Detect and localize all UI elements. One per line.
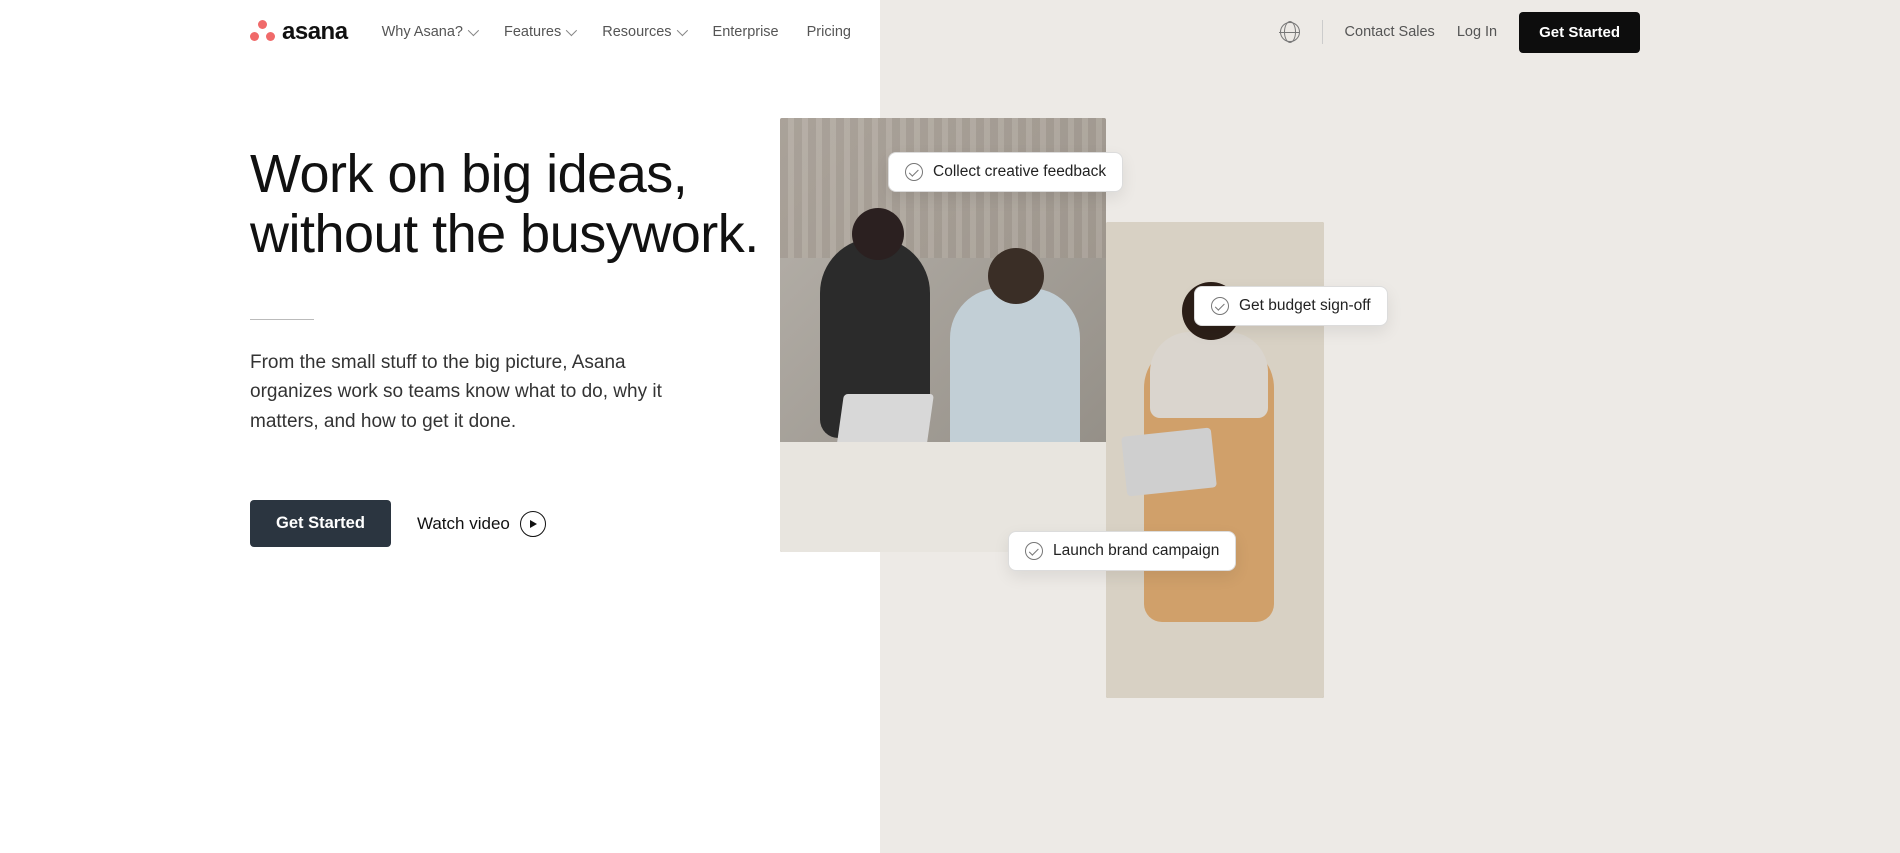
- task-chip-budget: Get budget sign-off: [1194, 286, 1388, 326]
- task-chip-launch: Launch brand campaign: [1008, 531, 1236, 571]
- chevron-down-icon: [676, 25, 687, 36]
- nav-why-asana[interactable]: Why Asana?: [382, 24, 476, 40]
- nav-pricing[interactable]: Pricing: [807, 24, 851, 40]
- nav-label: Why Asana?: [382, 24, 463, 40]
- task-chip-label: Get budget sign-off: [1239, 297, 1371, 315]
- hero-headline-line2: without the busywork.: [250, 204, 759, 264]
- hero-subtext: From the small stuff to the big picture,…: [250, 348, 680, 436]
- hero: Work on big ideas, without the busywork.…: [0, 64, 760, 547]
- get-started-nav-button[interactable]: Get Started: [1519, 12, 1640, 53]
- nav-label: Features: [504, 24, 561, 40]
- check-circle-icon: [1211, 297, 1229, 315]
- get-started-hero-button[interactable]: Get Started: [250, 500, 391, 547]
- hero-actions: Get Started Watch video: [250, 500, 760, 547]
- nav-features[interactable]: Features: [504, 24, 574, 40]
- check-circle-icon: [1025, 542, 1043, 560]
- task-chip-feedback: Collect creative feedback: [888, 152, 1123, 192]
- asana-logomark-icon: [250, 20, 276, 44]
- nav-resources[interactable]: Resources: [602, 24, 684, 40]
- nav-label: Resources: [602, 24, 671, 40]
- logo[interactable]: asana: [250, 18, 348, 46]
- hero-illustration: Collect creative feedback Get budget sig…: [780, 118, 1400, 698]
- chevron-down-icon: [566, 25, 577, 36]
- globe-icon[interactable]: [1280, 22, 1300, 42]
- watch-video-label: Watch video: [417, 514, 510, 534]
- top-nav: asana Why Asana? Features Resources Ente…: [0, 0, 1900, 64]
- nav-enterprise[interactable]: Enterprise: [713, 24, 779, 40]
- hero-headline-line1: Work on big ideas,: [250, 144, 687, 204]
- watch-video-link[interactable]: Watch video: [417, 511, 546, 537]
- hero-divider: [250, 319, 314, 320]
- chevron-down-icon: [468, 25, 479, 36]
- check-circle-icon: [905, 163, 923, 181]
- task-chip-label: Launch brand campaign: [1053, 542, 1219, 560]
- nav-label: Enterprise: [713, 24, 779, 40]
- nav-right: Contact Sales Log In Get Started: [1280, 12, 1640, 53]
- nav-links: Why Asana? Features Resources Enterprise…: [382, 24, 851, 40]
- login-link[interactable]: Log In: [1457, 24, 1497, 40]
- divider: [1322, 20, 1323, 44]
- nav-label: Pricing: [807, 24, 851, 40]
- logo-text: asana: [282, 18, 348, 46]
- play-icon: [520, 511, 546, 537]
- hero-headline: Work on big ideas, without the busywork.: [250, 144, 760, 265]
- contact-sales-link[interactable]: Contact Sales: [1345, 24, 1435, 40]
- task-chip-label: Collect creative feedback: [933, 163, 1106, 181]
